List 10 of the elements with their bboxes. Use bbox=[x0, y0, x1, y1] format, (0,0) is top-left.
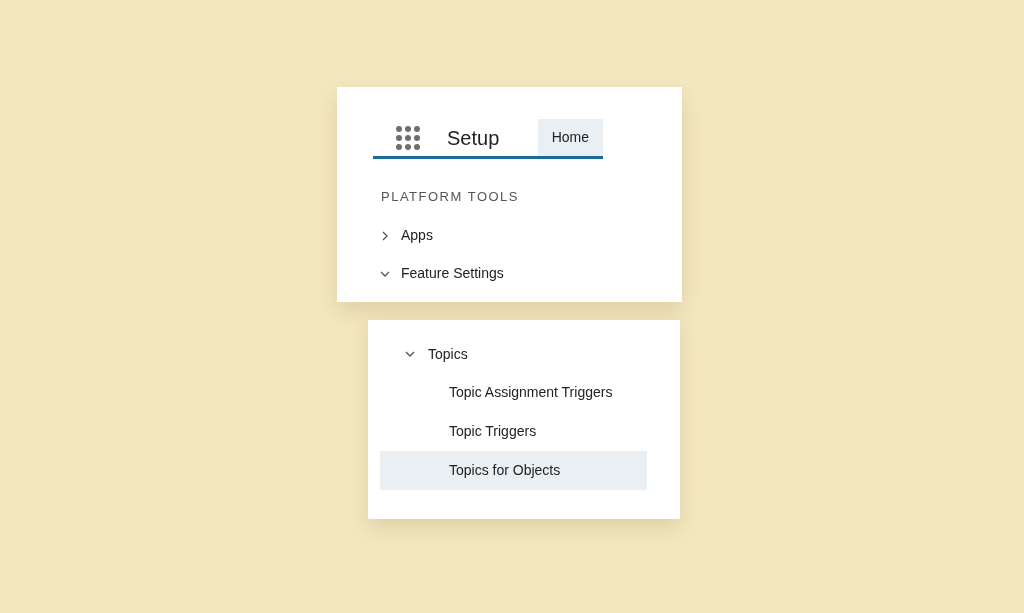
tree-item[interactable]: Topic Assignment Triggers bbox=[380, 373, 647, 412]
tree-item[interactable]: Topics bbox=[428, 343, 468, 365]
section-heading: PLATFORM TOOLS bbox=[381, 188, 520, 206]
nav-tab[interactable]: Home bbox=[537, 119, 603, 156]
app-title: Setup bbox=[447, 125, 500, 151]
tree-item[interactable]: Topics for Objects bbox=[380, 451, 647, 490]
tree-item[interactable]: Apps bbox=[401, 225, 433, 246]
app-launcher-icon[interactable] bbox=[395, 124, 421, 151]
tree-item[interactable]: Feature Settings bbox=[401, 263, 504, 284]
tree-item[interactable]: Topic Triggers bbox=[380, 412, 647, 451]
